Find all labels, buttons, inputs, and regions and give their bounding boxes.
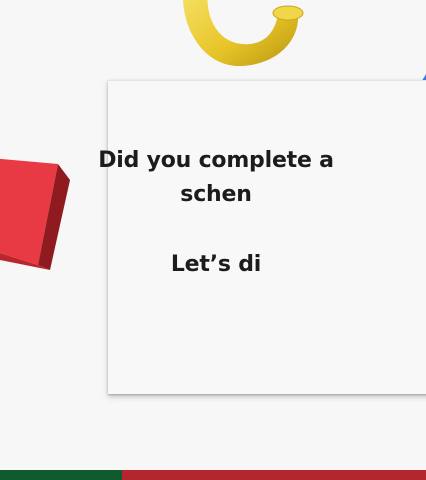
gold-torus-icon xyxy=(183,0,304,67)
footer-color-bar xyxy=(0,470,426,480)
footer-green-segment xyxy=(0,470,122,480)
question-line-2: schen xyxy=(180,182,252,207)
footer-red-segment xyxy=(122,470,426,480)
question-text: Did you complete a schen Let’s di xyxy=(6,144,426,282)
question-line-1: Did you complete a xyxy=(98,148,334,173)
slide-canvas: Did you complete a schen Let’s di xyxy=(0,0,426,480)
question-card: Did you complete a schen Let’s di xyxy=(98,80,426,394)
prompt-line: Let’s di xyxy=(170,252,262,277)
